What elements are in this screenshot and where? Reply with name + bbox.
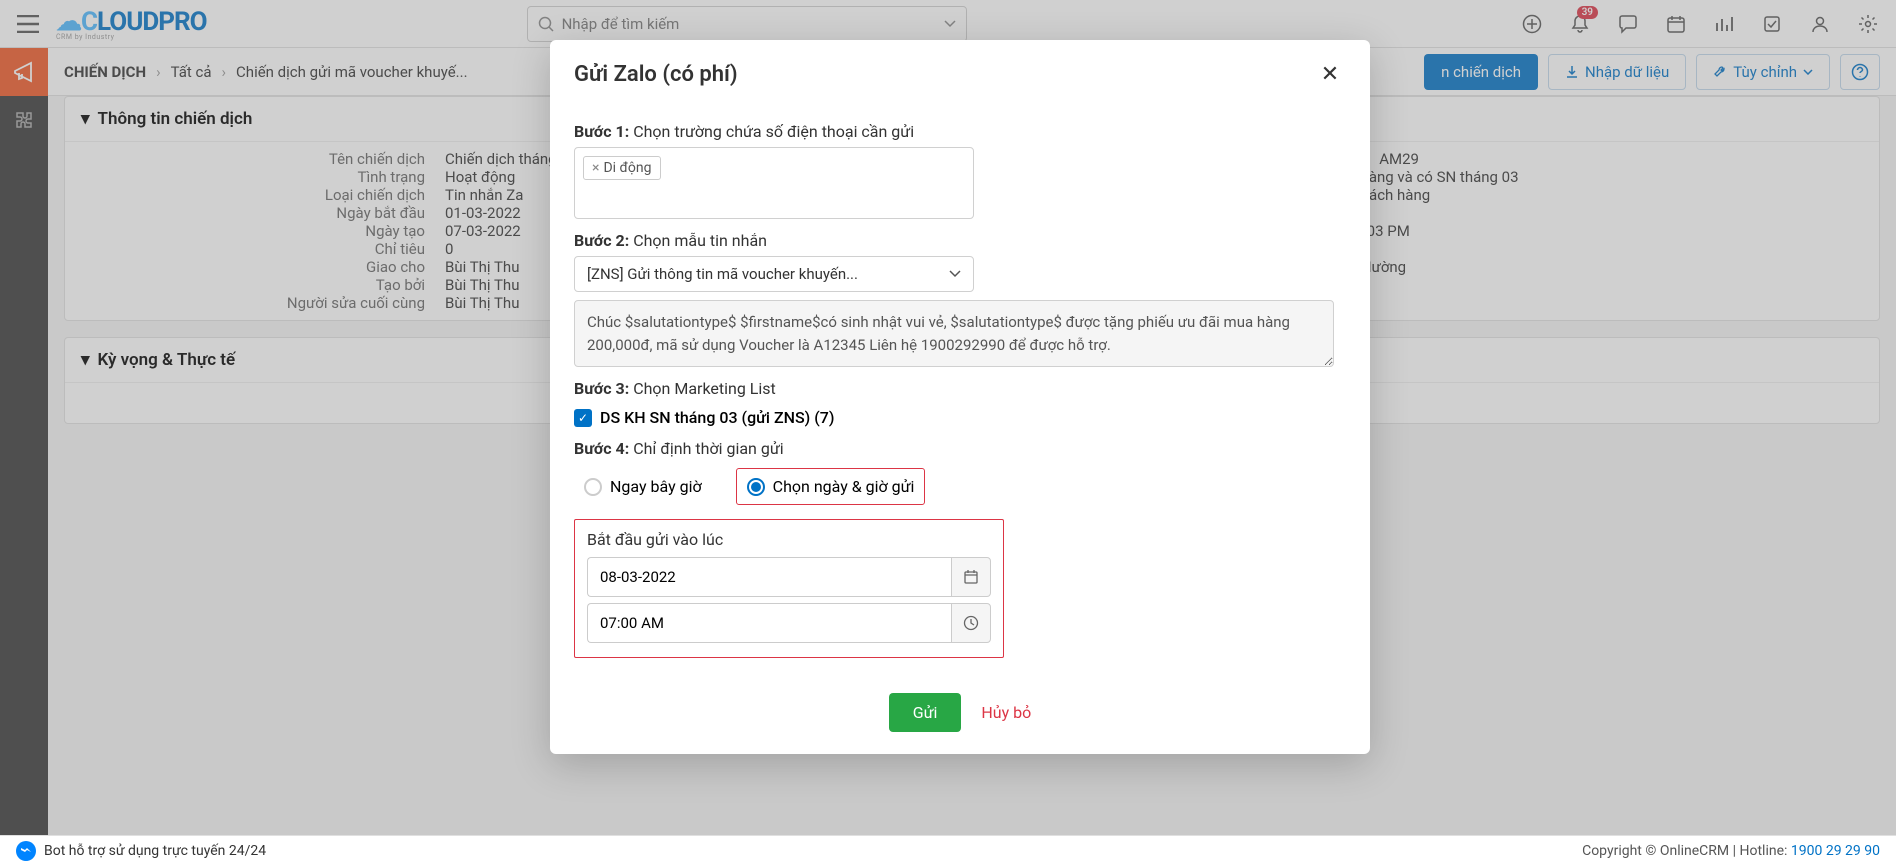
template-preview[interactable]: Chúc $salutationtype$ $firstname$có sinh… (574, 300, 1334, 367)
modal-title: Gửi Zalo (có phí) (574, 62, 738, 87)
date-input-group (587, 557, 991, 597)
footer: Bot hỗ trợ sử dụng trực tuyến 24/24 Copy… (0, 835, 1896, 865)
time-input-group (587, 603, 991, 643)
marketing-list-label: DS KH SN tháng 03 (gửi ZNS) (7) (600, 408, 834, 427)
schedule-label: Bắt đầu gửi vào lúc (587, 530, 991, 549)
send-zalo-modal: Gửi Zalo (có phí) ✕ Bước 1: Chọn trường … (550, 40, 1370, 754)
radio-schedule[interactable]: Chọn ngày & giờ gửi (736, 468, 926, 505)
cancel-button[interactable]: Hủy bỏ (981, 703, 1031, 722)
checkbox-icon[interactable]: ✓ (574, 409, 592, 427)
radio-now[interactable]: Ngay bây giờ (574, 469, 712, 504)
hotline-link[interactable]: 1900 29 29 90 (1791, 843, 1880, 859)
phone-tag: × Di động (583, 156, 661, 180)
bot-label: Bot hỗ trợ sử dụng trực tuyến 24/24 (44, 843, 266, 859)
modal-footer: Gửi Hủy bỏ (550, 678, 1370, 754)
date-input[interactable] (587, 557, 951, 597)
modal-body: Bước 1: Chọn trường chứa số điện thoại c… (550, 98, 1370, 678)
step2-label: Bước 2: Chọn mẫu tin nhắn (574, 231, 1346, 250)
send-button[interactable]: Gửi (889, 693, 962, 732)
modal-header: Gửi Zalo (có phí) ✕ (550, 40, 1370, 98)
clock-icon[interactable] (951, 603, 991, 643)
phone-field-box[interactable]: × Di động (574, 147, 974, 219)
radio-icon (584, 478, 602, 496)
radio-label: Ngay bây giờ (610, 477, 702, 496)
chevron-down-icon (949, 270, 961, 278)
step1-label: Bước 1: Chọn trường chứa số điện thoại c… (574, 122, 1346, 141)
calendar-icon[interactable] (951, 557, 991, 597)
step4-label: Bước 4: Chỉ định thời gian gửi (574, 439, 1346, 458)
schedule-datetime-block: Bắt đầu gửi vào lúc (574, 519, 1004, 658)
template-select[interactable]: [ZNS] Gửi thông tin mã voucher khuyến... (574, 256, 974, 292)
tag-label: Di động (603, 160, 651, 176)
schedule-radio-group: Ngay bây giờ Chọn ngày & giờ gửi (574, 468, 1346, 505)
close-icon[interactable]: ✕ (1314, 58, 1346, 90)
step3-label: Bước 3: Chọn Marketing List (574, 379, 1346, 398)
messenger-icon (16, 841, 36, 861)
copyright: Copyright © OnlineCRM | Hotline: 1900 29… (1582, 843, 1880, 859)
marketing-list-row[interactable]: ✓ DS KH SN tháng 03 (gửi ZNS) (7) (574, 408, 1346, 427)
bot-support[interactable]: Bot hỗ trợ sử dụng trực tuyến 24/24 (16, 841, 266, 861)
radio-icon (747, 478, 765, 496)
radio-label: Chọn ngày & giờ gửi (773, 477, 915, 496)
select-value: [ZNS] Gửi thông tin mã voucher khuyến... (587, 265, 858, 283)
remove-tag-icon[interactable]: × (592, 160, 599, 176)
time-input[interactable] (587, 603, 951, 643)
